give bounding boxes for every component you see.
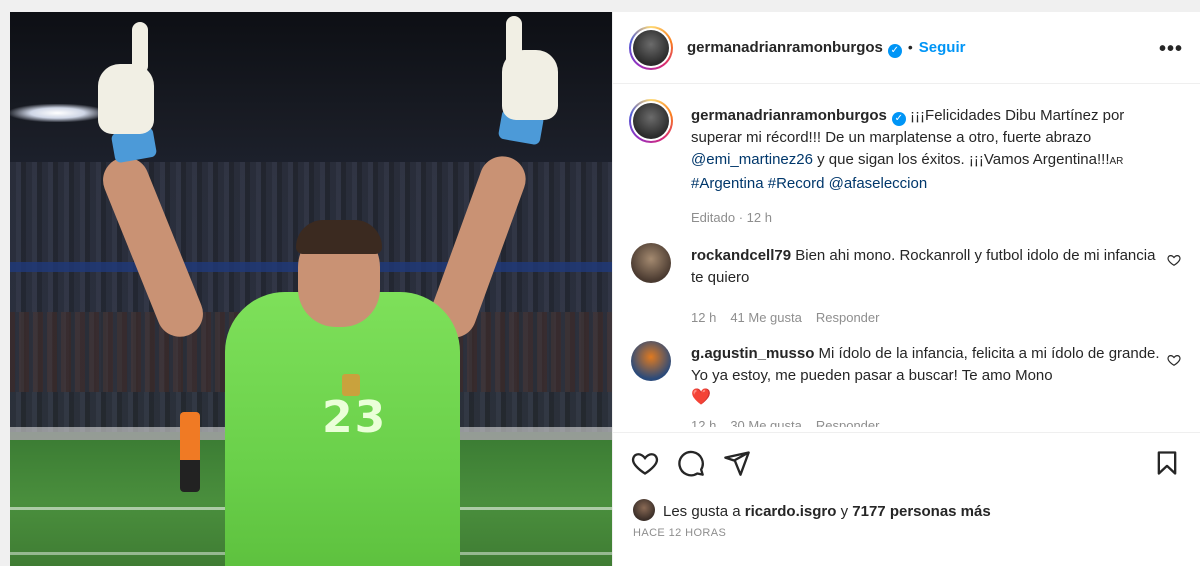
bookmark-icon[interactable] — [1153, 449, 1181, 477]
comment-time: 12 h — [691, 418, 717, 427]
action-bar — [613, 432, 1200, 494]
stadium-lights — [10, 104, 105, 122]
post-timestamp: HACE 12 HORAS — [633, 527, 727, 539]
comment-username[interactable]: rockandcell79 — [691, 247, 791, 264]
caption-meta: Editado · 12 h — [691, 210, 772, 225]
comment-username[interactable]: g.agustin_musso — [691, 345, 814, 362]
separator-dot: • — [907, 39, 913, 55]
caption-text: germanadrianramonburgos ✓ ¡¡¡Felicidades … — [691, 105, 1161, 195]
post-header: germanadrianramonburgos ✓ • Seguir ••• — [613, 12, 1200, 84]
comment-avatar[interactable] — [631, 341, 671, 381]
steward-figure — [180, 412, 200, 492]
author-avatar[interactable] — [629, 26, 673, 70]
likes-summary: Les gusta a ricardo.isgro y 7177 persona… — [633, 499, 991, 521]
verified-badge-icon: ✓ — [891, 112, 906, 126]
post-photo[interactable]: 23 — [10, 12, 612, 566]
share-icon[interactable] — [723, 449, 751, 477]
caption-body-2: y que sigan los éxitos. ¡¡¡Vamos Argenti… — [817, 151, 1110, 168]
player-hair — [296, 220, 382, 254]
verified-badge-icon: ✓ — [887, 44, 902, 58]
caption-hashtags[interactable]: #Argentina #Record @afaseleccion — [691, 175, 927, 192]
caption-username[interactable]: germanadrianramonburgos — [691, 107, 887, 124]
comment-text: g.agustin_musso Mi ídolo de la infancia,… — [691, 343, 1161, 409]
left-glove — [98, 64, 154, 134]
follow-button[interactable]: Seguir — [919, 39, 966, 56]
likes-count[interactable]: 7177 personas más — [852, 503, 990, 520]
author-username[interactable]: germanadrianramonburgos — [687, 39, 883, 56]
comment-avatar[interactable] — [631, 243, 671, 283]
liker-avatar[interactable] — [633, 499, 655, 521]
reply-button[interactable]: Responder — [816, 418, 880, 427]
reply-button[interactable]: Responder — [816, 310, 880, 325]
comment-text: rockandcell79 Bien ahi mono. Rockanroll … — [691, 245, 1161, 289]
likes-prefix: Les gusta a — [663, 503, 741, 520]
comment-meta: 12 h 41 Me gusta Responder — [691, 310, 893, 325]
comment-icon[interactable] — [677, 449, 705, 477]
caption-mention-link[interactable]: @emi_martinez26 — [691, 151, 813, 168]
comment-like-heart-icon[interactable] — [1167, 253, 1181, 267]
post-panel: germanadrianramonburgos ✓ • Seguir ••• germ… — [612, 12, 1200, 566]
caption-author-avatar[interactable] — [629, 99, 673, 143]
comment-time: 12 h — [691, 310, 717, 325]
comment-like-heart-icon[interactable] — [1167, 353, 1181, 367]
right-glove-finger — [506, 16, 522, 68]
jersey-number: 23 — [322, 392, 388, 443]
comment-likes[interactable]: 30 Me gusta — [730, 418, 802, 427]
likes-suffix: y — [840, 503, 849, 520]
flag-ar: AR — [1109, 156, 1124, 167]
comment-meta: 12 h 30 Me gusta Responder — [691, 418, 893, 427]
left-glove-finger — [132, 22, 148, 74]
liker-username[interactable]: ricardo.isgro — [745, 503, 837, 520]
more-options-icon[interactable]: ••• — [1159, 38, 1183, 61]
red-heart-emoji: ❤️ — [691, 389, 711, 406]
comment-likes[interactable]: 41 Me gusta — [730, 310, 802, 325]
comments-section[interactable]: germanadrianramonburgos ✓ ¡¡¡Felicidades … — [613, 85, 1200, 427]
heart-icon[interactable] — [631, 449, 659, 477]
